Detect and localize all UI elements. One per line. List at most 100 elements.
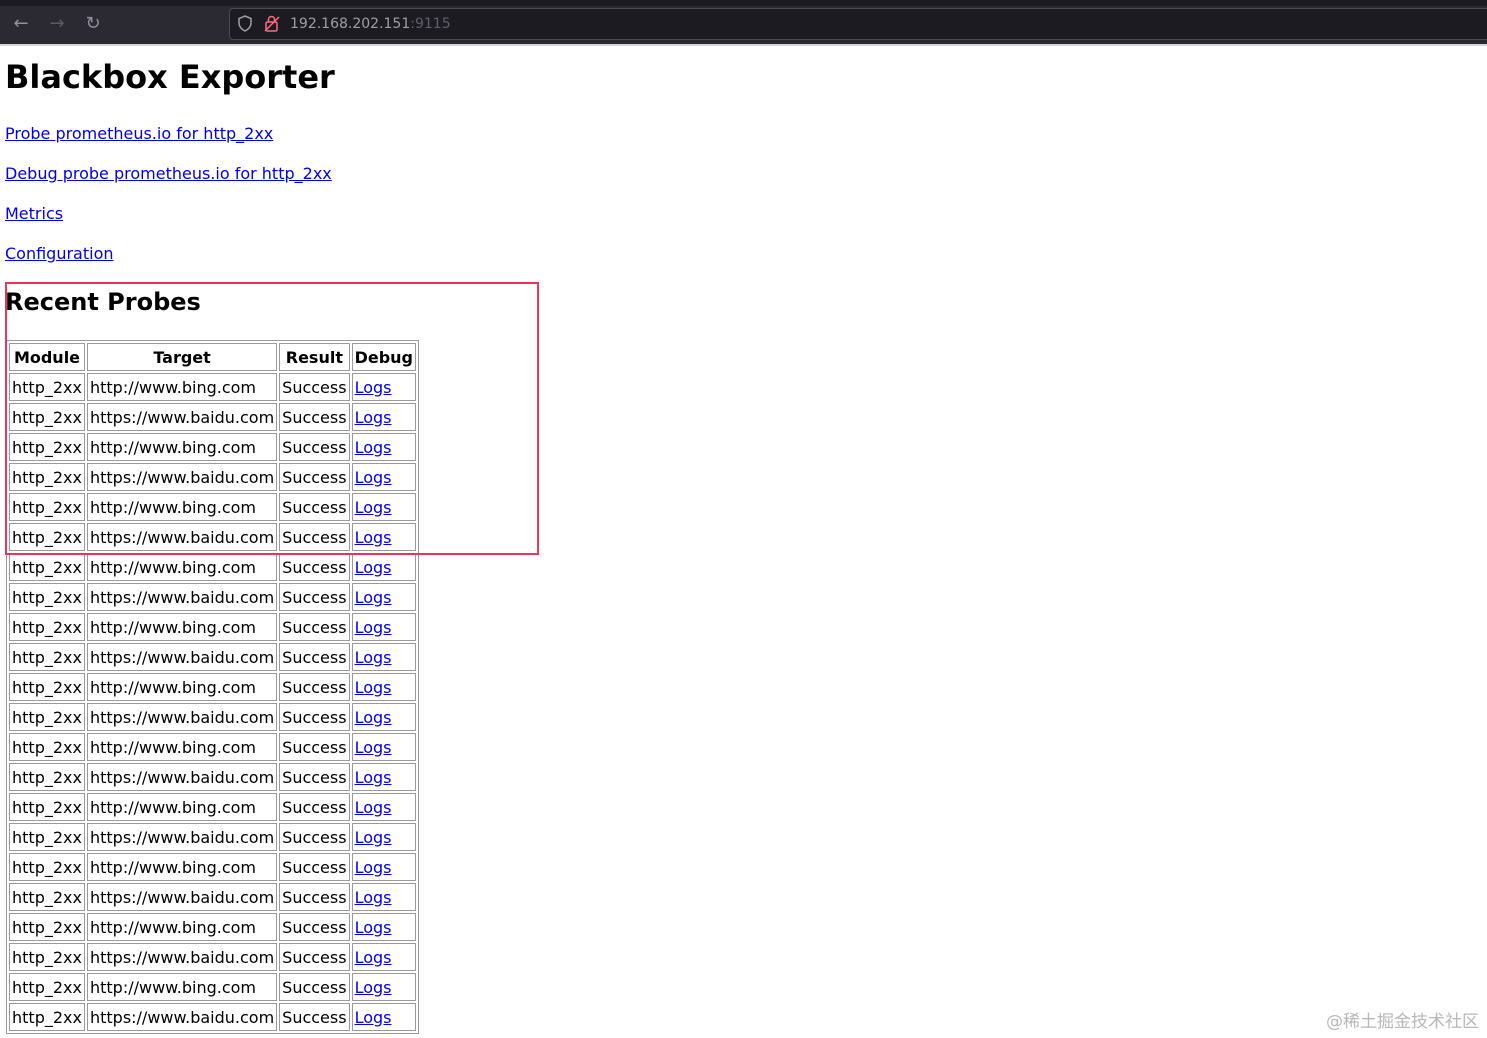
debug-cell: Logs [351,823,416,851]
result-cell: Success [279,883,350,911]
shield-icon[interactable] [238,15,252,32]
module-cell: http_2xx [9,673,85,701]
result-cell: Success [279,613,350,641]
result-cell: Success [279,763,350,791]
target-cell: http://www.bing.com [86,433,278,461]
logs-link[interactable]: Logs [355,528,392,547]
lock-warning-icon[interactable] [264,15,280,32]
debug-cell: Logs [351,943,416,971]
logs-link[interactable]: Logs [355,948,392,967]
result-cell: Success [279,403,350,431]
metrics-link[interactable]: Metrics [5,204,63,223]
table-row: http_2xx https://www.baidu.com Success Logs [9,523,416,551]
table-row: http_2xx https://www.baidu.com Success Logs [9,943,416,971]
module-cell: http_2xx [9,553,85,581]
logs-link[interactable]: Logs [355,708,392,727]
debug-cell: Logs [351,733,416,761]
result-cell: Success [279,943,350,971]
logs-link[interactable]: Logs [355,618,392,637]
module-cell: http_2xx [9,943,85,971]
target-cell: http://www.bing.com [86,853,278,881]
table-row: http_2xx http://www.bing.com Success Logs [9,613,416,641]
table-row: http_2xx http://www.bing.com Success Logs [9,913,416,941]
logs-link[interactable]: Logs [355,828,392,847]
result-cell: Success [279,523,350,551]
result-cell: Success [279,853,350,881]
debug-cell: Logs [351,703,416,731]
probe-link[interactable]: Probe prometheus.io for http_2xx [5,124,273,143]
target-cell: https://www.baidu.com [86,403,278,431]
module-cell: http_2xx [9,643,85,671]
table-row: http_2xx https://www.baidu.com Success Logs [9,883,416,911]
debug-cell: Logs [351,793,416,821]
table-row: http_2xx https://www.baidu.com Success Logs [9,703,416,731]
reload-button[interactable]: ↻ [79,12,107,36]
logs-link[interactable]: Logs [355,858,392,877]
debug-cell: Logs [351,583,416,611]
logs-link[interactable]: Logs [355,558,392,577]
table-row: http_2xx https://www.baidu.com Success Logs [9,1003,416,1031]
result-cell: Success [279,703,350,731]
target-cell: https://www.baidu.com [86,583,278,611]
result-cell: Success [279,973,350,1001]
table-row: http_2xx http://www.bing.com Success Logs [9,973,416,1001]
debug-cell: Logs [351,463,416,491]
target-cell: http://www.bing.com [86,553,278,581]
module-cell: http_2xx [9,523,85,551]
forward-button[interactable]: → [43,12,71,36]
logs-link[interactable]: Logs [355,978,392,997]
recent-probes-table: Module Target Result Debug http_2xx http:… [6,340,419,1034]
target-cell: https://www.baidu.com [86,883,278,911]
result-cell: Success [279,493,350,521]
debug-cell: Logs [351,763,416,791]
target-cell: http://www.bing.com [86,973,278,1001]
debug-cell: Logs [351,523,416,551]
debug-cell: Logs [351,403,416,431]
result-cell: Success [279,373,350,401]
debug-probe-link[interactable]: Debug probe prometheus.io for http_2xx [5,164,332,183]
table-header-row: Module Target Result Debug [9,343,416,371]
module-cell: http_2xx [9,373,85,401]
target-cell: http://www.bing.com [86,793,278,821]
table-row: http_2xx http://www.bing.com Success Logs [9,373,416,401]
logs-link[interactable]: Logs [355,1008,392,1027]
logs-link[interactable]: Logs [355,738,392,757]
logs-link[interactable]: Logs [355,408,392,427]
logs-link[interactable]: Logs [355,798,392,817]
logs-link[interactable]: Logs [355,678,392,697]
module-cell: http_2xx [9,973,85,1001]
column-header-module: Module [9,343,85,371]
logs-link[interactable]: Logs [355,588,392,607]
table-row: http_2xx http://www.bing.com Success Logs [9,793,416,821]
debug-cell: Logs [351,1003,416,1031]
module-cell: http_2xx [9,763,85,791]
table-row: http_2xx https://www.baidu.com Success Logs [9,763,416,791]
module-cell: http_2xx [9,733,85,761]
logs-link[interactable]: Logs [355,888,392,907]
module-cell: http_2xx [9,463,85,491]
configuration-link[interactable]: Configuration [5,244,114,263]
result-cell: Success [279,553,350,581]
url-text[interactable]: 192.168.202.151:9115 [290,16,451,32]
arrow-left-icon: ← [13,13,29,34]
logs-link[interactable]: Logs [355,918,392,937]
table-row: http_2xx https://www.baidu.com Success Logs [9,583,416,611]
recent-probes-heading: Recent Probes [5,288,201,316]
logs-link[interactable]: Logs [355,468,392,487]
back-button[interactable]: ← [7,12,35,36]
module-cell: http_2xx [9,583,85,611]
column-header-debug: Debug [351,343,416,371]
module-cell: http_2xx [9,703,85,731]
target-cell: https://www.baidu.com [86,523,278,551]
target-cell: http://www.bing.com [86,673,278,701]
logs-link[interactable]: Logs [355,498,392,517]
logs-link[interactable]: Logs [355,378,392,397]
column-header-target: Target [86,343,278,371]
address-bar[interactable]: 192.168.202.151:9115 [229,8,1487,40]
target-cell: https://www.baidu.com [86,763,278,791]
logs-link[interactable]: Logs [355,648,392,667]
debug-cell: Logs [351,373,416,401]
logs-link[interactable]: Logs [355,438,392,457]
logs-link[interactable]: Logs [355,768,392,787]
table-row: http_2xx http://www.bing.com Success Logs [9,673,416,701]
